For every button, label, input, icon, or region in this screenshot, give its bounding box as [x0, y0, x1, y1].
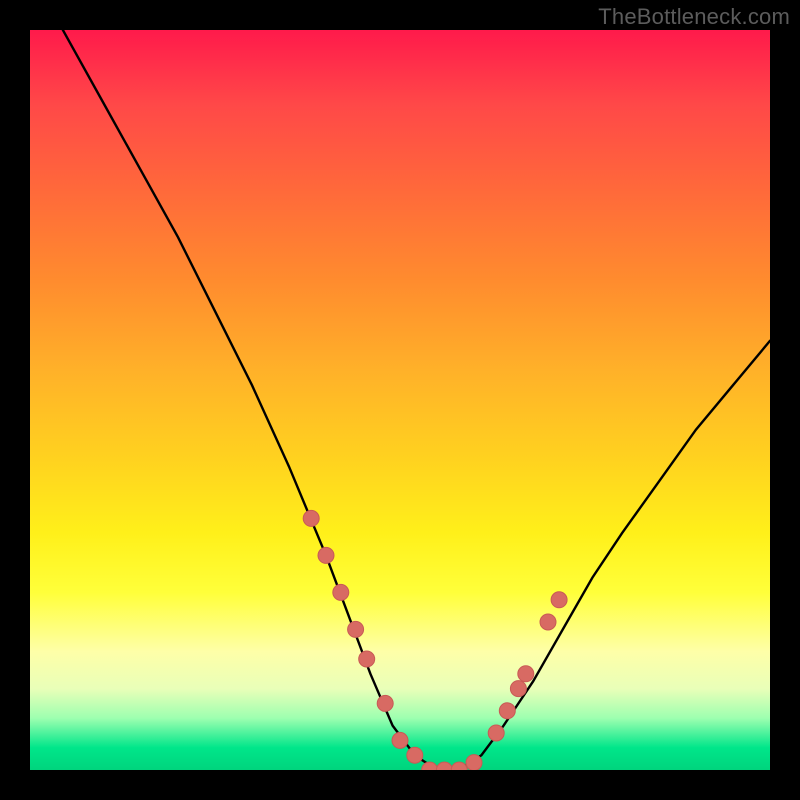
curve-marker	[333, 584, 349, 600]
watermark-text: TheBottleneck.com	[598, 4, 790, 30]
curve-marker	[377, 695, 393, 711]
curve-marker	[510, 681, 526, 697]
bottleneck-curve	[30, 30, 770, 770]
curve-marker	[451, 762, 467, 770]
curve-marker	[422, 762, 438, 770]
curve-markers	[303, 510, 567, 770]
curve-marker	[518, 666, 534, 682]
curve-marker	[499, 703, 515, 719]
curve-marker	[303, 510, 319, 526]
curve-marker	[436, 762, 452, 770]
curve-marker	[348, 621, 364, 637]
curve-marker	[488, 725, 504, 741]
curve-marker	[407, 747, 423, 763]
chart-overlay	[30, 30, 770, 770]
curve-marker	[392, 732, 408, 748]
curve-marker	[318, 547, 334, 563]
outer-frame: TheBottleneck.com	[0, 0, 800, 800]
curve-marker	[540, 614, 556, 630]
curve-marker	[466, 755, 482, 770]
curve-marker	[359, 651, 375, 667]
curve-marker	[551, 592, 567, 608]
